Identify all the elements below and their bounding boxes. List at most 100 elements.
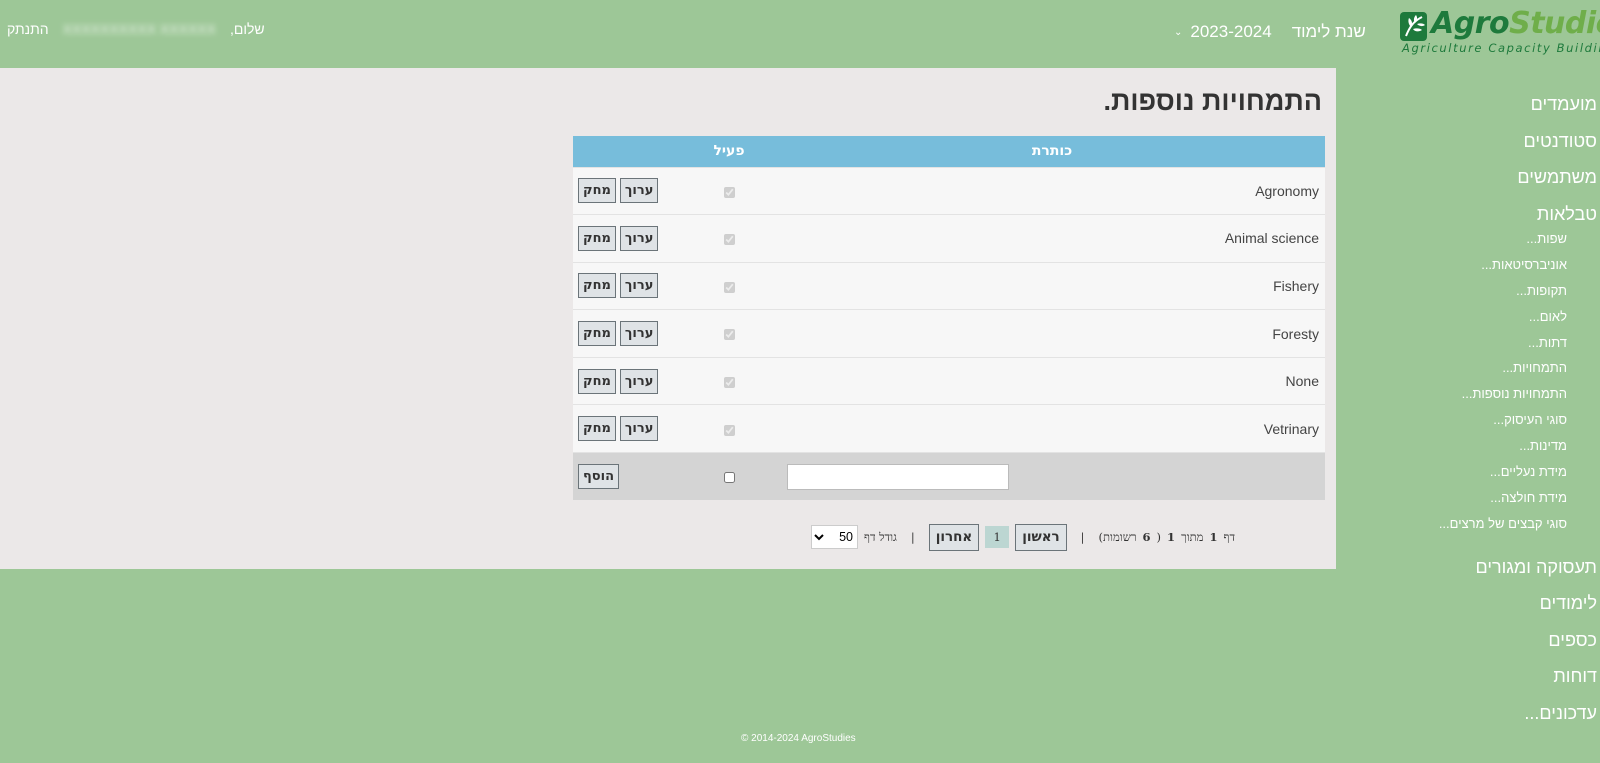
delete-button[interactable]: מחק: [578, 321, 616, 347]
active-checkbox: [723, 234, 735, 246]
sidebar-subitem-5[interactable]: התמחויות...: [1337, 359, 1567, 385]
user-area: שלום, XXXXXXXXXX XXXXXX התנתק: [7, 21, 265, 37]
row-actions: מחק ערוך: [573, 214, 679, 263]
logo-brand-part1: Agro: [1431, 6, 1510, 41]
sidebar-subitem-11[interactable]: סוגי קבצים של מרצים...: [1337, 515, 1567, 541]
table-row: None מחק ערוך: [573, 356, 1325, 405]
new-active-checkbox[interactable]: [723, 472, 735, 484]
sidebar-subitem-8[interactable]: מדינות...: [1337, 437, 1567, 463]
table-row: Fishery מחק ערוך: [573, 261, 1325, 310]
logo-tagline: Agriculture Capacity Building: [1402, 41, 1600, 55]
new-title-cell: [779, 452, 1325, 501]
delete-button[interactable]: מחק: [578, 273, 616, 299]
footer-copyright: © 2014-2024 AgroStudies: [741, 733, 856, 744]
row-title: None: [779, 356, 1325, 405]
edit-button[interactable]: ערוך: [619, 321, 659, 347]
row-active-cell: [679, 404, 779, 453]
first-page-button[interactable]: ראשון: [1015, 523, 1067, 551]
sidebar-subitem-9[interactable]: מידת נעליים...: [1337, 463, 1567, 489]
row-active-cell: [679, 166, 779, 215]
sidebar-nav: מועמדים סטודנטים משתמשים טבלאות שפות... אוני…: [1337, 92, 1597, 737]
row-actions: מחק ערוך: [573, 356, 679, 405]
page-size-select[interactable]: 50: [811, 525, 859, 549]
agrostudies-logo[interactable]: AgroStudies Agriculture Capacity Buildin…: [1400, 6, 1600, 58]
delete-button[interactable]: מחק: [578, 225, 616, 251]
sidebar-item-bottom-3[interactable]: דוחות: [1337, 664, 1597, 701]
add-actions: הוסף: [573, 452, 679, 501]
page-total: 1: [1167, 530, 1176, 544]
logout-link[interactable]: התנתק: [7, 21, 49, 37]
new-active-cell: [679, 452, 779, 501]
sidebar-item-bottom-1[interactable]: לימודים: [1337, 591, 1597, 628]
column-header-title[interactable]: כותרת: [779, 136, 1325, 167]
last-page-button[interactable]: אחרון: [928, 523, 980, 551]
leaf-logo-icon: [1400, 12, 1427, 41]
delete-button[interactable]: מחק: [578, 368, 616, 394]
sidebar-subitem-10[interactable]: מידת חולצה...: [1337, 489, 1567, 515]
row-active-cell: [679, 309, 779, 358]
active-checkbox: [723, 376, 735, 388]
sidebar-item-bottom-2[interactable]: כספים: [1337, 628, 1597, 665]
content-panel: התמחויות נוספות. כותרת פעיל Agronomy מחק ע…: [0, 68, 1336, 569]
sidebar-subitem-4[interactable]: דתות...: [1337, 334, 1567, 360]
sidebar-item-2[interactable]: משתמשים: [1337, 165, 1597, 202]
academic-year-selector[interactable]: ⌄ 2023-2024 שנת לימוד: [1170, 20, 1366, 44]
pager-separator: |: [1080, 530, 1085, 544]
logo-brand-part2: Studies: [1509, 6, 1600, 41]
sidebar-subitem-6[interactable]: התמחויות נוספות...: [1337, 385, 1567, 411]
greeting-text: שלום,: [229, 21, 265, 37]
table-row: Foresty מחק ערוך: [573, 309, 1325, 358]
table-row: Vetrinary מחק ערוך: [573, 404, 1325, 453]
add-row: הוסף: [573, 452, 1325, 501]
academic-year-label: שנת לימוד: [1291, 22, 1366, 41]
pager-separator: |: [910, 530, 915, 544]
column-header-active[interactable]: פעיל: [679, 136, 779, 167]
logo-wordmark: AgroStudies: [1431, 6, 1600, 41]
records-count: 6: [1142, 530, 1151, 544]
delete-button[interactable]: מחק: [578, 178, 616, 204]
active-checkbox: [723, 424, 735, 436]
sidebar-item-bottom-0[interactable]: תעסוקה ומגורים: [1337, 555, 1597, 592]
sidebar-subitem-1[interactable]: אוניברסיטאות...: [1337, 256, 1567, 282]
edit-button[interactable]: ערוך: [619, 273, 659, 299]
records-open: (: [1156, 530, 1162, 544]
page-title: התמחויות נוספות.: [1103, 86, 1322, 116]
row-active-cell: [679, 261, 779, 310]
row-actions: מחק ערוך: [573, 261, 679, 310]
add-button[interactable]: הוסף: [578, 464, 620, 490]
page-size-label: גודל דף: [864, 530, 897, 544]
chevron-down-icon: ⌄: [1174, 26, 1183, 38]
active-checkbox: [723, 281, 735, 293]
sidebar-subitem-2[interactable]: תקופות...: [1337, 282, 1567, 308]
sidebar-subitem-7[interactable]: סוגי העיסוק...: [1337, 411, 1567, 437]
edit-button[interactable]: ערוך: [619, 225, 659, 251]
of-word: מתוך: [1181, 530, 1204, 544]
row-title: Fishery: [779, 261, 1325, 310]
data-table: כותרת פעיל Agronomy מחק ערוך Animal science…: [573, 136, 1325, 501]
row-active-cell: [679, 356, 779, 405]
row-actions: מחק ערוך: [573, 309, 679, 358]
row-title: Animal science: [779, 214, 1325, 263]
records-word: רשומות): [1098, 530, 1137, 544]
edit-button[interactable]: ערוך: [619, 368, 659, 394]
table-row: Agronomy מחק ערוך: [573, 166, 1325, 215]
table-row: Animal science מחק ערוך: [573, 214, 1325, 263]
sidebar-subitem-0[interactable]: שפות...: [1337, 230, 1567, 256]
new-title-input[interactable]: [787, 463, 1009, 490]
sidebar-item-bottom-4[interactable]: עדכונים...: [1337, 701, 1597, 738]
active-checkbox: [723, 186, 735, 198]
edit-button[interactable]: ערוך: [619, 178, 659, 204]
row-title: Vetrinary: [779, 404, 1325, 453]
user-name: XXXXXXXXXX XXXXXX: [62, 21, 216, 37]
row-title: Agronomy: [779, 166, 1325, 215]
page-word: דף: [1223, 530, 1236, 544]
edit-button[interactable]: ערוך: [619, 416, 659, 442]
column-header-actions: [573, 136, 679, 167]
current-page-number[interactable]: 1: [985, 526, 1010, 548]
sidebar-item-0[interactable]: מועמדים: [1337, 92, 1597, 129]
row-active-cell: [679, 214, 779, 263]
delete-button[interactable]: מחק: [578, 416, 616, 442]
row-actions: מחק ערוך: [573, 166, 679, 215]
sidebar-subitem-3[interactable]: לאום...: [1337, 308, 1567, 334]
sidebar-item-1[interactable]: סטודנטים: [1337, 129, 1598, 166]
